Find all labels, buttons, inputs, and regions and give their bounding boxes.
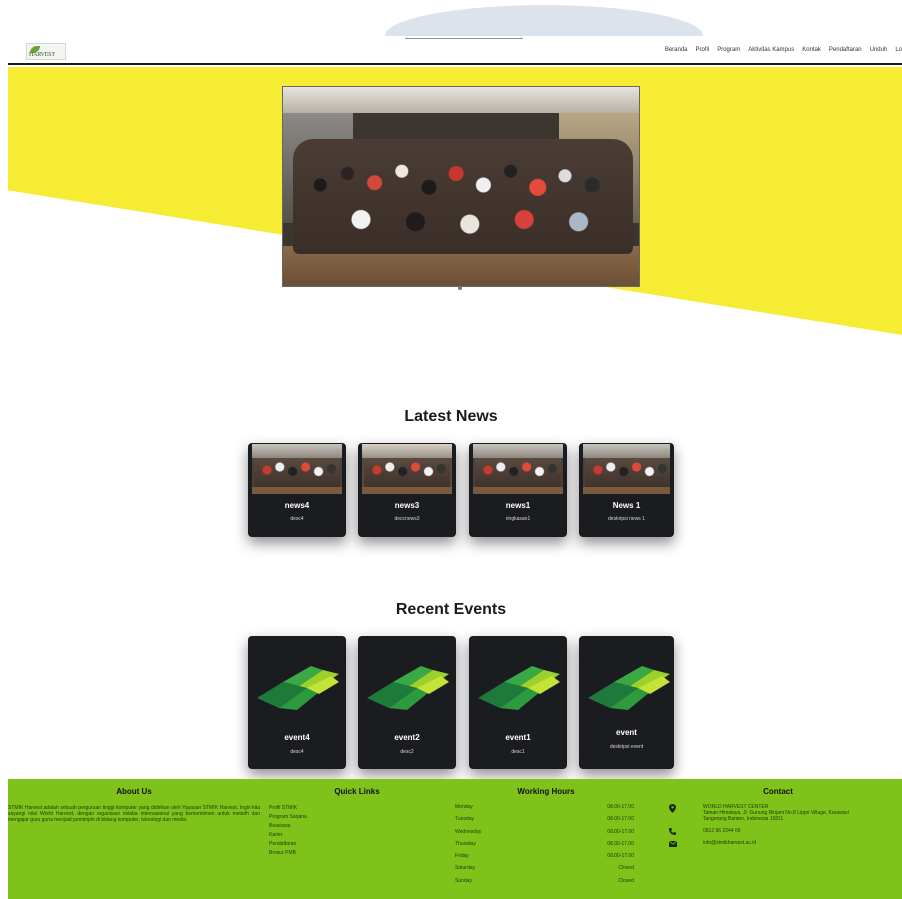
working-day: Sunday — [455, 877, 472, 884]
nav-link-kontak[interactable]: Kontak — [802, 47, 821, 53]
footer-link-program-sarjana[interactable]: Program Sarjana — [269, 814, 307, 823]
site-logo[interactable]: HARVEST — [26, 43, 66, 60]
event-logo-icon — [588, 666, 670, 710]
working-hours-days: Monday Tuesday Wednesday Thursday Friday… — [455, 804, 481, 890]
event-description: desc1 — [511, 749, 525, 755]
news-description: ringkasan1 — [505, 516, 531, 522]
footer-about-heading: About Us — [116, 787, 152, 796]
working-day: Saturday — [455, 865, 476, 872]
footer-link-profil[interactable]: Profil STMIK — [269, 805, 307, 814]
event-title: event1 — [505, 733, 531, 742]
working-time: 08.00-17.00 — [607, 853, 634, 860]
working-time: 08.00-17.00 — [607, 828, 634, 835]
event-description: deskripsi event — [609, 744, 644, 750]
event-description: desc2 — [400, 749, 414, 755]
nav-link-login[interactable]: Lo — [895, 47, 902, 53]
working-time: 08.00-17.00 — [607, 816, 634, 823]
event-card[interactable]: event1 desc1 — [469, 636, 567, 769]
nav-link-pendaftaran[interactable]: Pendaftaran — [829, 47, 862, 53]
news-description: deskripsi news 1 — [608, 516, 645, 522]
event-card[interactable]: event deskripsi event — [579, 636, 674, 769]
footer-link-beasiswa[interactable]: Beasiswa — [269, 823, 307, 832]
recent-events-heading: Recent Events — [395, 601, 507, 618]
news-thumbnail — [583, 444, 670, 494]
event-logo-icon — [367, 666, 449, 710]
news-card[interactable]: news3 deccnews3 — [358, 443, 456, 537]
nav-link-beranda[interactable]: Beranda — [665, 47, 688, 53]
working-time: Closed — [618, 865, 634, 872]
news-title: News 1 — [612, 501, 641, 510]
nav-link-program[interactable]: Program — [717, 47, 740, 53]
top-decorative-line — [405, 38, 523, 39]
news-description: desc4 — [290, 516, 304, 522]
working-day: Wednesday — [455, 828, 482, 835]
working-day: Thursday — [455, 840, 476, 847]
map-pin-icon — [669, 804, 676, 813]
working-time: Closed — [618, 877, 634, 884]
contact-details: WORLD HARVEST CENTER Taman Himalaya, Jl.… — [703, 804, 849, 846]
working-day: Friday — [455, 853, 469, 860]
footer-working-hours-heading: Working Hours — [517, 787, 575, 796]
logo-text: HARVEST — [29, 52, 55, 58]
news-thumbnail — [362, 444, 452, 494]
top-decorative-shape — [385, 5, 703, 36]
news-title: news4 — [284, 501, 310, 510]
news-thumbnail — [473, 444, 563, 494]
event-card[interactable]: event4 desc4 — [248, 636, 346, 769]
news-card[interactable]: News 1 deskripsi news 1 — [579, 443, 674, 537]
news-card[interactable]: news4 desc4 — [248, 443, 346, 537]
photo-ceiling — [283, 87, 639, 113]
event-title: event — [616, 728, 637, 737]
footer: About Us STMIK Harvest adalah sebuah per… — [8, 779, 902, 899]
news-description: deccnews3 — [394, 516, 420, 522]
footer-link-karier[interactable]: Karier — [269, 832, 307, 841]
event-title: event2 — [394, 733, 420, 742]
nav-links: Beranda Profil Program Aktivitas Kampus … — [665, 47, 902, 53]
working-time: 08.00-17.00 — [607, 804, 634, 810]
news-card[interactable]: news1 ringkasan1 — [469, 443, 567, 537]
hero-carousel-image[interactable] — [282, 86, 640, 287]
footer-about-text: STMIK Harvest adalah sebuah perguruan ti… — [8, 805, 260, 823]
photo-group — [293, 139, 633, 254]
footer-link-brosur-pmb[interactable]: Brosur PMB — [269, 850, 307, 859]
event-title: event4 — [284, 733, 310, 742]
working-hours-times: 08.00-17.00 08.00-17.00 08.00-17.00 08.0… — [574, 804, 634, 890]
news-title: news1 — [505, 501, 531, 510]
envelope-icon — [669, 841, 677, 847]
event-logo-icon — [478, 666, 560, 710]
working-day: Monday — [455, 804, 473, 810]
event-description: desc4 — [290, 749, 304, 755]
news-thumbnail — [252, 444, 342, 494]
footer-contact-heading: Contact — [763, 787, 793, 796]
working-time: 08.00-17.00 — [607, 840, 634, 847]
navbar: HARVEST Beranda Profil Program Aktivitas… — [8, 40, 902, 65]
working-day: Tuesday — [455, 816, 474, 823]
nav-link-profil[interactable]: Profil — [696, 47, 710, 53]
footer-quick-links-heading: Quick Links — [334, 787, 380, 796]
event-card[interactable]: event2 desc2 — [358, 636, 456, 769]
footer-link-pendaftaran[interactable]: Pendaftaran — [269, 841, 307, 850]
contact-email[interactable]: info@stmikharvest.ac.id — [703, 840, 849, 846]
hero-section — [8, 67, 902, 335]
nav-link-unduh[interactable]: Unduh — [870, 47, 888, 53]
nav-link-aktivitas-kampus[interactable]: Aktivitas Kampus — [748, 47, 794, 53]
news-title: news3 — [394, 501, 420, 510]
carousel-indicator[interactable] — [458, 286, 462, 290]
latest-news-heading: Latest News — [404, 408, 498, 425]
footer-quick-links: Profil STMIK Program Sarjana Beasiswa Ka… — [269, 805, 307, 859]
event-logo-icon — [257, 666, 339, 710]
phone-icon — [669, 828, 676, 835]
